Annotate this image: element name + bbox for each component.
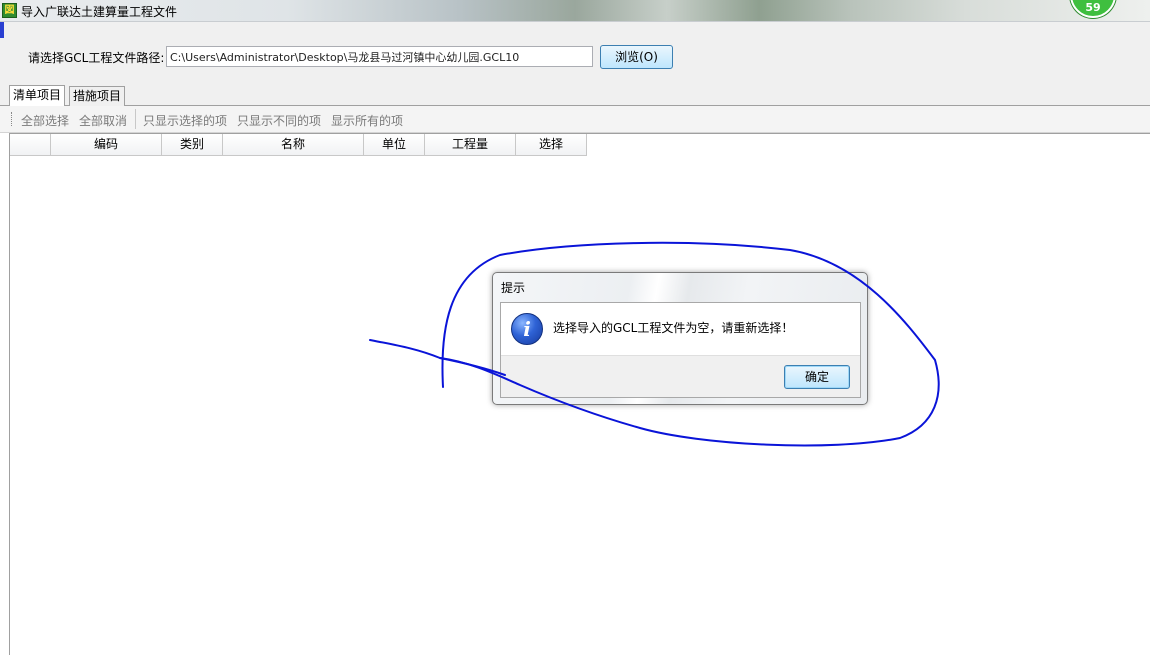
show-all-button[interactable]: 显示所有的项 [331, 112, 403, 129]
toolbar: 全部选择 全部取消 只显示选择的项 只显示不同的项 显示所有的项 [0, 106, 1150, 133]
toolbar-separator [135, 109, 136, 129]
tab-bill-items[interactable]: 清单项目 [9, 85, 66, 106]
dialog-title: 提示 [501, 281, 526, 295]
deselect-all-button[interactable]: 全部取消 [79, 112, 127, 129]
column-header-code[interactable]: 编码 [51, 134, 162, 156]
column-header-unit[interactable]: 单位 [364, 134, 425, 156]
tab-measure-items[interactable]: 措施项目 [69, 86, 126, 106]
ok-button[interactable]: 确定 [784, 365, 850, 389]
title-bar: 図 导入广联达土建算量工程文件 59 [0, 0, 1150, 22]
message-dialog: 提示 i 选择导入的GCL工程文件为空，请重新选择！ 确定 [492, 272, 868, 405]
info-icon: i [511, 313, 543, 345]
dialog-message: 选择导入的GCL工程文件为空，请重新选择！ [553, 321, 794, 335]
app-icon: 図 [2, 3, 17, 18]
column-header-select[interactable]: 选择 [516, 134, 587, 156]
window-title: 导入广联达土建算量工程文件 [21, 5, 178, 19]
column-header-name[interactable]: 名称 [223, 134, 364, 156]
notification-badge[interactable]: 59 [1070, 0, 1116, 18]
dialog-footer: 确定 [501, 355, 860, 397]
window-edge-strip [0, 22, 4, 38]
column-header-category[interactable]: 类别 [162, 134, 223, 156]
dialog-body: i 选择导入的GCL工程文件为空，请重新选择！ 确定 [500, 302, 861, 398]
browse-button[interactable]: 浏览(O) [600, 45, 673, 69]
file-path-input[interactable]: C:\Users\Administrator\Desktop\马龙县马过河镇中心… [166, 46, 593, 67]
column-header-quantity[interactable]: 工程量 [425, 134, 516, 156]
show-different-button[interactable]: 只显示不同的项 [237, 112, 321, 129]
show-selected-button[interactable]: 只显示选择的项 [143, 112, 227, 129]
grid-header: 编码 类别 名称 单位 工程量 选择 [10, 134, 587, 156]
toolbar-grip[interactable] [11, 112, 13, 126]
column-header-indicator[interactable] [10, 134, 51, 156]
path-panel: 请选择GCL工程文件路径: C:\Users\Administrator\Des… [0, 22, 1150, 84]
path-label: 请选择GCL工程文件路径: [28, 51, 165, 65]
tab-bar: 清单项目 措施项目 [0, 84, 1150, 106]
select-all-button[interactable]: 全部选择 [21, 112, 69, 129]
